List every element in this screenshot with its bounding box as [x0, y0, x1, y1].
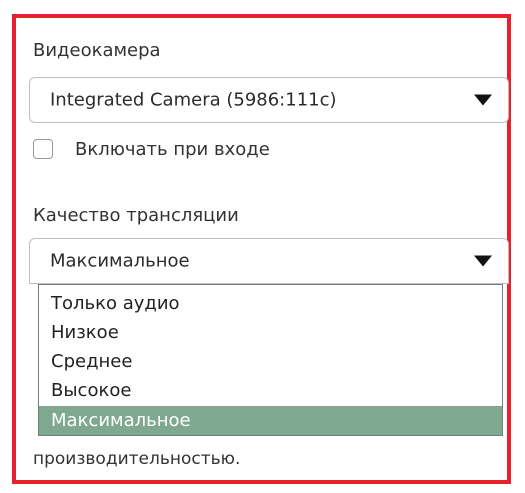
chevron-down-icon	[474, 94, 492, 106]
description-text: производительностью.	[33, 449, 241, 469]
quality-option-low[interactable]: Низкое	[39, 318, 502, 347]
chevron-down-icon	[474, 255, 492, 267]
autostart-checkbox-label: Включать при входе	[75, 138, 270, 160]
quality-option-max[interactable]: Максимальное	[39, 406, 502, 435]
camera-label: Видеокамера	[33, 40, 161, 61]
quality-option-audio-only[interactable]: Только аудио	[39, 289, 502, 318]
quality-select[interactable]: Максимальное	[29, 238, 509, 284]
quality-dropdown-list: Только аудио Низкое Среднее Высокое Макс…	[38, 284, 503, 436]
autostart-checkbox[interactable]	[33, 139, 53, 159]
quality-option-medium[interactable]: Среднее	[39, 347, 502, 376]
autostart-row[interactable]: Включать при входе	[33, 135, 270, 163]
camera-select[interactable]: Integrated Camera (5986:111c)	[29, 77, 509, 123]
quality-select-value: Максимальное	[50, 250, 190, 272]
camera-select-value: Integrated Camera (5986:111c)	[50, 89, 337, 111]
quality-label: Качество трансляции	[33, 205, 239, 226]
quality-option-high[interactable]: Высокое	[39, 376, 502, 405]
